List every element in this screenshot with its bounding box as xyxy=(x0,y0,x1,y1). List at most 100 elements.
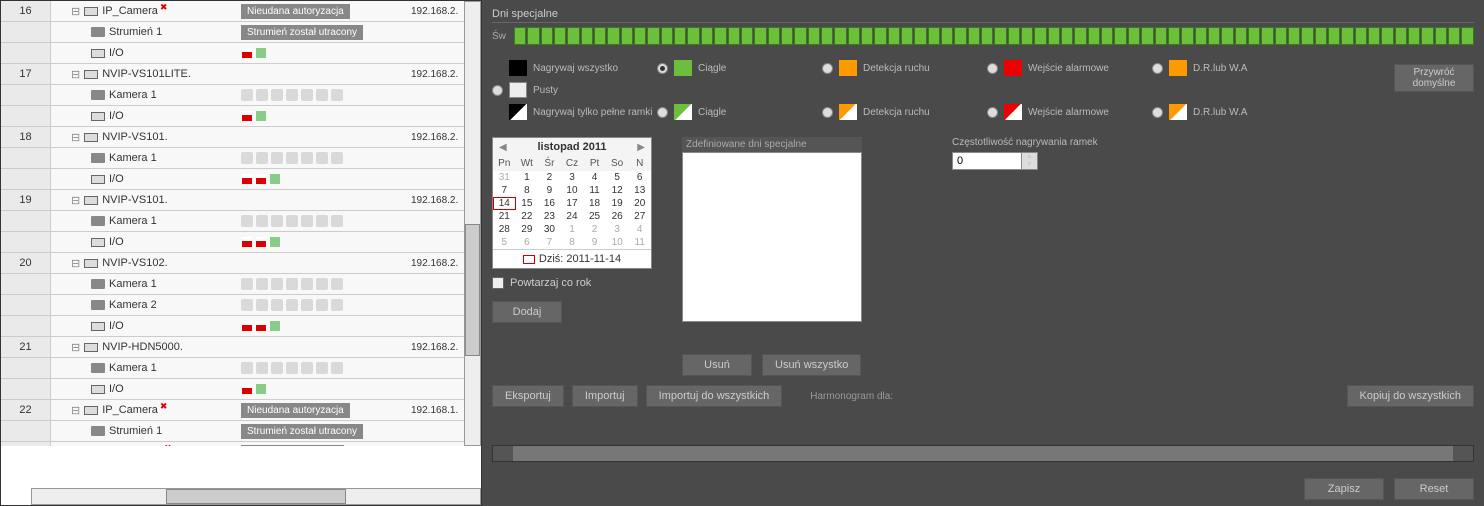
action-icon[interactable] xyxy=(256,89,268,101)
timeline-cell[interactable] xyxy=(661,27,673,45)
timeline-cell[interactable] xyxy=(1061,27,1073,45)
tree-item[interactable]: I/O xyxy=(51,110,241,122)
tree-item[interactable]: Strumień 1 xyxy=(51,425,241,437)
timeline-cell[interactable] xyxy=(607,27,619,45)
calendar-day[interactable]: 9 xyxy=(583,236,606,249)
action-icon[interactable] xyxy=(286,362,298,374)
action-icon[interactable] xyxy=(271,89,283,101)
delete-button[interactable]: Usuń xyxy=(682,354,752,376)
timeline-cell[interactable] xyxy=(1421,27,1433,45)
horizontal-scrollbar[interactable] xyxy=(31,488,481,505)
calendar-day[interactable]: 6 xyxy=(516,236,539,249)
action-icon[interactable] xyxy=(271,278,283,290)
legend-radio[interactable] xyxy=(1152,107,1163,118)
timeline-cell[interactable] xyxy=(728,27,740,45)
timeline-cell[interactable] xyxy=(1275,27,1287,45)
timeline-cell[interactable] xyxy=(1355,27,1367,45)
calendar-day[interactable]: 5 xyxy=(606,171,629,184)
legend-radio[interactable] xyxy=(657,107,668,118)
timeline-cell[interactable] xyxy=(1395,27,1407,45)
expand-icon[interactable]: ⊟ xyxy=(71,446,80,447)
expand-icon[interactable]: ⊟ xyxy=(71,5,80,18)
reset-button[interactable]: Reset xyxy=(1394,478,1474,500)
calendar-day[interactable]: 16 xyxy=(538,197,561,210)
calendar-day[interactable]: 15 xyxy=(516,197,539,210)
tree-item[interactable]: ⊟NVIP-VS102. xyxy=(51,257,241,270)
timeline-cell[interactable] xyxy=(754,27,766,45)
timeline-cell[interactable] xyxy=(1208,27,1220,45)
action-icon[interactable] xyxy=(286,152,298,164)
tree-item[interactable]: ⊟IP_Camera✖ xyxy=(51,404,241,417)
action-icon[interactable] xyxy=(331,299,343,311)
calendar-day[interactable]: 22 xyxy=(516,210,539,223)
legend-radio[interactable] xyxy=(1152,63,1163,74)
timeline-cell[interactable] xyxy=(567,27,579,45)
tree-item[interactable]: ⊟NMS Server✖ xyxy=(51,446,241,447)
timeline-cell[interactable] xyxy=(1021,27,1033,45)
timeline-cell[interactable] xyxy=(701,27,713,45)
calendar-day[interactable]: 10 xyxy=(606,236,629,249)
legend-radio[interactable] xyxy=(987,107,998,118)
timeline-cell[interactable] xyxy=(1128,27,1140,45)
timeline-cell[interactable] xyxy=(794,27,806,45)
calendar-day[interactable]: 8 xyxy=(561,236,584,249)
calendar-day[interactable]: 31 xyxy=(493,171,516,184)
tree-item[interactable]: I/O xyxy=(51,320,241,332)
calendar-day[interactable]: 1 xyxy=(561,223,584,236)
calendar-day[interactable]: 19 xyxy=(606,197,629,210)
export-button[interactable]: Eksportuj xyxy=(492,385,564,407)
bottom-scrollbar[interactable] xyxy=(492,445,1474,462)
timeline-cell[interactable] xyxy=(1088,27,1100,45)
calendar-day[interactable]: 30 xyxy=(538,223,561,236)
legend-radio[interactable] xyxy=(657,63,668,74)
action-icon[interactable] xyxy=(301,215,313,227)
calendar-day[interactable]: 11 xyxy=(583,184,606,197)
tree-item[interactable]: ⊟NVIP-VS101LITE. xyxy=(51,68,241,81)
calendar-day[interactable]: 21 xyxy=(493,210,516,223)
action-icon[interactable] xyxy=(331,152,343,164)
timeline-cell[interactable] xyxy=(821,27,833,45)
calendar-prev-icon[interactable]: ◀ xyxy=(499,142,507,153)
calendar-day[interactable]: 4 xyxy=(628,223,651,236)
action-icon[interactable] xyxy=(241,299,253,311)
legend-radio[interactable] xyxy=(492,85,503,96)
timeline-cell[interactable] xyxy=(1141,27,1153,45)
action-icon[interactable] xyxy=(316,278,328,290)
legend-radio[interactable] xyxy=(987,63,998,74)
timeline-cell[interactable] xyxy=(1155,27,1167,45)
timeline-cell[interactable] xyxy=(1261,27,1273,45)
action-icon[interactable] xyxy=(271,215,283,227)
timeline-cell[interactable] xyxy=(1461,27,1473,45)
import-button[interactable]: Importuj xyxy=(572,385,638,407)
timeline-cell[interactable] xyxy=(954,27,966,45)
copy-all-button[interactable]: Kopiuj do wszystkich xyxy=(1347,385,1475,407)
action-icon[interactable] xyxy=(331,215,343,227)
tree-item[interactable]: I/O xyxy=(51,383,241,395)
action-icon[interactable] xyxy=(316,89,328,101)
action-icon[interactable] xyxy=(316,215,328,227)
calendar-day[interactable]: 4 xyxy=(583,171,606,184)
timeline-cell[interactable] xyxy=(861,27,873,45)
timeline-cell[interactable] xyxy=(1248,27,1260,45)
calendar-day[interactable]: 2 xyxy=(538,171,561,184)
calendar-next-icon[interactable]: ▶ xyxy=(637,142,645,153)
timeline-cell[interactable] xyxy=(1328,27,1340,45)
expand-icon[interactable]: ⊟ xyxy=(71,131,80,144)
repeat-yearly-checkbox[interactable] xyxy=(492,277,504,289)
action-icon[interactable] xyxy=(301,362,313,374)
calendar-day[interactable]: 29 xyxy=(516,223,539,236)
calendar-day[interactable]: 7 xyxy=(493,184,516,197)
action-icon[interactable] xyxy=(301,152,313,164)
timeline-cell[interactable] xyxy=(687,27,699,45)
calendar-day[interactable]: 7 xyxy=(538,236,561,249)
timeline-cell[interactable] xyxy=(527,27,539,45)
timeline-cell[interactable] xyxy=(1114,27,1126,45)
action-icon[interactable] xyxy=(286,278,298,290)
action-icon[interactable] xyxy=(286,299,298,311)
save-button[interactable]: Zapisz xyxy=(1304,478,1384,500)
expand-icon[interactable]: ⊟ xyxy=(71,194,80,207)
timeline-cell[interactable] xyxy=(1368,27,1380,45)
timeline-cell[interactable] xyxy=(554,27,566,45)
timeline-cell[interactable] xyxy=(901,27,913,45)
tree-item[interactable]: Kamera 1 xyxy=(51,89,241,101)
